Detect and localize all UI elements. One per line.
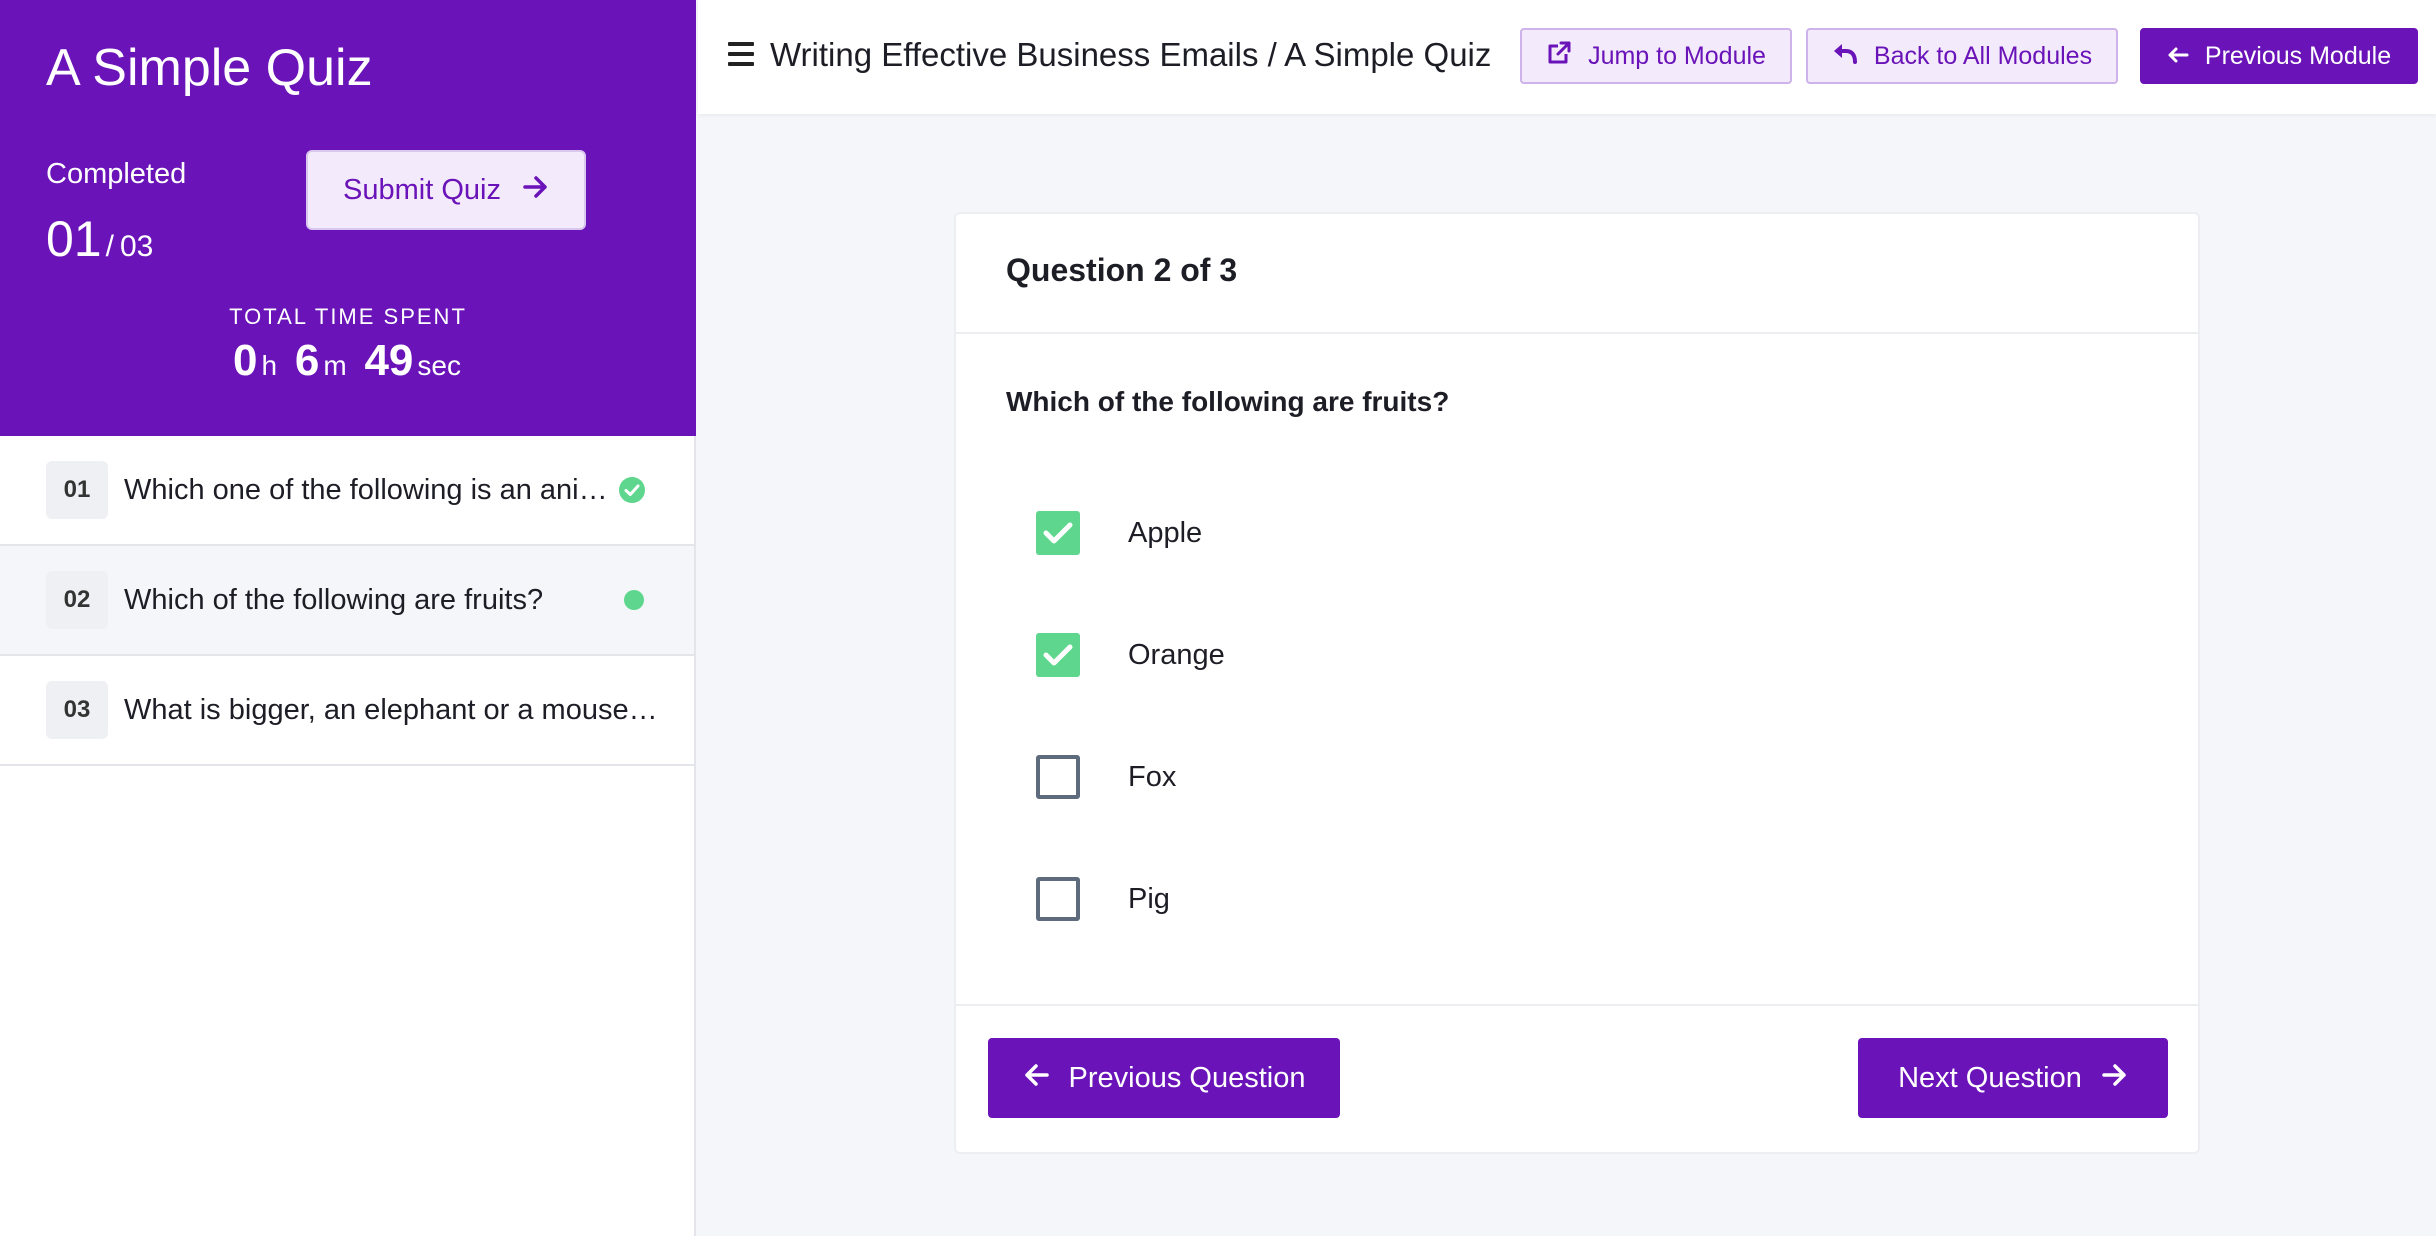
arrow-left-icon [2167, 42, 2189, 71]
arrow-right-icon [523, 174, 549, 207]
checkbox-checked[interactable] [1036, 511, 1080, 555]
answer-option-fox[interactable]: Fox [1036, 752, 1176, 802]
option-label: Fox [1128, 760, 1177, 793]
hamburger-icon[interactable] [728, 42, 754, 66]
question-text: Which of the following are fruits? [1006, 386, 1450, 417]
time-spent-value: 0h 6m 49 sec [0, 336, 696, 386]
check-circle-icon [618, 476, 646, 504]
time-spent-label: TOTAL TIME SPENT [229, 304, 467, 329]
jump-to-module-button[interactable]: Jump to Module [1520, 28, 1792, 84]
question-list-item[interactable]: 01 Which one of the following is an ani… [0, 436, 694, 546]
breadcrumb: Writing Effective Business Emails / A Si… [770, 36, 1492, 73]
question-card: Question 2 of 3 Which of the following a… [954, 212, 2200, 1154]
submit-quiz-label: Submit Quiz [343, 173, 501, 206]
checkbox-unchecked[interactable] [1036, 755, 1080, 799]
submit-quiz-button[interactable]: Submit Quiz [306, 150, 586, 230]
question-number: 02 [46, 571, 108, 629]
previous-question-button[interactable]: Previous Question [988, 1038, 1340, 1118]
quiz-sidebar: A Simple Quiz Completed 01/03 Submit Qui… [0, 0, 696, 1236]
question-list-item[interactable]: 02 Which of the following are fruits? [0, 546, 694, 656]
top-bar: Writing Effective Business Emails / A Si… [698, 0, 2436, 114]
question-number: 01 [46, 461, 108, 519]
question-number: 03 [46, 681, 108, 739]
jump-to-module-label: Jump to Module [1588, 41, 1766, 70]
arrow-right-icon [2102, 1062, 2128, 1095]
back-to-all-modules-label: Back to All Modules [1873, 41, 2093, 70]
arrow-left-icon [1023, 1062, 1049, 1095]
question-title: What is bigger, an elephant or a mouse… [124, 693, 658, 726]
completed-label: Completed [46, 158, 187, 190]
option-label: Pig [1128, 882, 1170, 915]
option-label: Orange [1128, 638, 1225, 671]
question-title: Which of the following are fruits? [124, 583, 544, 616]
question-title: Which one of the following is an ani… [124, 473, 608, 506]
checkmark-icon [1043, 522, 1073, 544]
completed-count: 01/03 [46, 210, 153, 268]
back-to-all-modules-button[interactable]: Back to All Modules [1806, 28, 2118, 84]
quiz-title: A Simple Quiz [46, 39, 373, 97]
option-label: Apple [1128, 516, 1203, 549]
answer-option-apple[interactable]: Apple [1036, 508, 1202, 558]
completed-number: 01 [46, 211, 102, 267]
checkbox-unchecked[interactable] [1036, 877, 1080, 921]
checkmark-icon [1043, 644, 1073, 666]
time-minutes-unit: m [323, 350, 347, 381]
time-seconds: 49 [364, 336, 414, 385]
previous-module-button[interactable]: Previous Module [2140, 28, 2418, 84]
time-seconds-unit: sec [417, 350, 461, 381]
checkbox-checked[interactable] [1036, 633, 1080, 677]
question-list-item[interactable]: 03 What is bigger, an elephant or a mous… [0, 656, 694, 766]
answer-option-orange[interactable]: Orange [1036, 630, 1225, 680]
time-minutes: 6 [294, 336, 320, 385]
previous-question-label: Previous Question [1068, 1061, 1306, 1094]
status-dot-icon [618, 586, 646, 614]
answer-option-pig[interactable]: Pig [1036, 874, 1170, 924]
quiz-summary-panel: A Simple Quiz Completed 01/03 Submit Qui… [0, 0, 696, 436]
question-card-header: Question 2 of 3 [956, 214, 2198, 334]
question-heading: Question 2 of 3 [1006, 252, 1238, 288]
question-list: 01 Which one of the following is an ani…… [0, 436, 694, 766]
completed-separator: / [105, 230, 114, 263]
next-question-button[interactable]: Next Question [1858, 1038, 2168, 1118]
question-card-footer: Previous Question Next Question [956, 1004, 2198, 1152]
reply-arrow-icon [1832, 41, 1858, 72]
completed-total: 03 [119, 230, 154, 263]
external-link-icon [1546, 40, 1572, 73]
next-question-label: Next Question [1898, 1061, 2082, 1094]
time-hours: 0 [233, 336, 258, 385]
time-hours-unit: h [261, 350, 278, 381]
previous-module-label: Previous Module [2204, 41, 2392, 70]
